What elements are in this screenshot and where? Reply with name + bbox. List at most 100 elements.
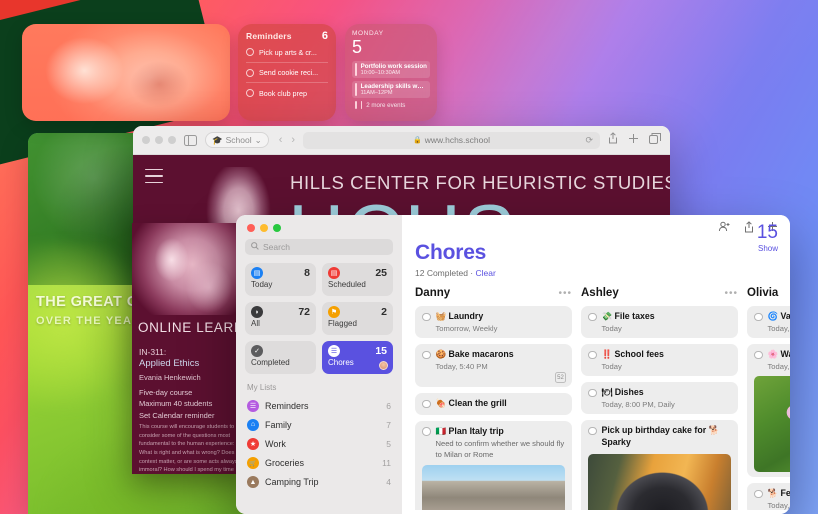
- task-item[interactable]: 🍪 Bake macarons Today, 5:40 PM 52: [415, 344, 572, 388]
- back-button[interactable]: ‹: [279, 134, 283, 146]
- calendar-widget-more-events[interactable]: 2 more events: [352, 101, 430, 109]
- photos-widget[interactable]: [22, 24, 230, 121]
- sidebar-item-family[interactable]: ⌂ Family 7: [245, 415, 393, 434]
- more-options-icon[interactable]: •••: [558, 288, 572, 299]
- close-button[interactable]: [247, 224, 255, 232]
- share-icon[interactable]: [608, 131, 618, 149]
- calendar-widget-event[interactable]: Portfolio work session 10:00–10:30AM: [352, 61, 430, 78]
- star-icon: ★: [247, 437, 259, 450]
- task-attachment-image[interactable]: [754, 376, 790, 473]
- task-item[interactable]: 🌸 Water the plants Today, Weekly: [747, 344, 791, 478]
- task-attachment-image[interactable]: [422, 465, 565, 510]
- reminders-widget-item[interactable]: Pick up arts & cr...: [246, 42, 328, 63]
- task-checkbox[interactable]: [422, 399, 431, 409]
- smart-list-today[interactable]: ▤ 8 Today: [245, 263, 316, 296]
- tab-overview-icon[interactable]: [649, 131, 661, 149]
- reminders-widget-item[interactable]: Send cookie reci...: [246, 63, 328, 83]
- safari-navigation[interactable]: ‹ ›: [279, 134, 295, 146]
- list-name: Reminders: [265, 400, 309, 411]
- list-bullet-icon: ☰: [247, 399, 259, 412]
- sidebar-toggle-icon[interactable]: [184, 134, 197, 146]
- task-item[interactable]: 🧺 Laundry Tomorrow, Weekly: [415, 306, 572, 339]
- task-attachment-badge[interactable]: 52: [555, 372, 566, 384]
- clear-button[interactable]: Clear: [476, 268, 496, 278]
- list-count: 4: [386, 477, 391, 488]
- task-title-text: Plan Italy trip: [448, 425, 504, 436]
- share-icon[interactable]: [744, 220, 754, 236]
- sidebar-item-reminders[interactable]: ☰ Reminders 6: [245, 396, 393, 415]
- address-bar[interactable]: 🔒 www.hchs.school ⟳: [303, 131, 600, 149]
- url-text: www.hchs.school: [424, 135, 490, 145]
- task-checkbox[interactable]: [422, 427, 431, 436]
- task-subtitle: Today, Weekly: [767, 362, 791, 372]
- course-instructor: Evania Henkewich: [139, 373, 201, 382]
- reload-icon[interactable]: ⟳: [585, 135, 593, 146]
- forward-button[interactable]: ›: [291, 134, 295, 146]
- sidebar-item-camping-trip[interactable]: ▲ Camping Trip 4: [245, 473, 393, 492]
- task-title-text: Vacuuming: [780, 311, 790, 321]
- list-name: Family: [265, 419, 292, 430]
- maximize-button[interactable]: [168, 136, 176, 144]
- task-checkbox[interactable]: [422, 312, 431, 321]
- task-checkbox[interactable]: [754, 312, 763, 321]
- smart-list-completed[interactable]: ✓ Completed: [245, 341, 316, 374]
- calendar-widget-daynumber: 5: [352, 37, 363, 57]
- task-item[interactable]: 🍽 Dishes Today, 8:00 PM, Daily: [581, 382, 738, 415]
- tile-label: Flagged: [328, 319, 357, 328]
- window-traffic-lights[interactable]: [142, 136, 176, 144]
- new-tab-icon[interactable]: [628, 131, 639, 149]
- task-subtitle: Today, 8:00 PM, Daily: [601, 400, 675, 410]
- task-emoji: 🇮🇹: [435, 425, 447, 436]
- smart-list-chores[interactable]: ☰ 15 Chores: [322, 341, 393, 374]
- task-item[interactable]: 🌀 Vacuuming Today, Weekly: [747, 306, 790, 339]
- task-item[interactable]: 🐕 Feed Sparky Today, 5:00 PM, Daily: [747, 483, 790, 510]
- reminders-widget[interactable]: Reminders 6 Pick up arts & cr... Send co…: [238, 24, 336, 121]
- task-checkbox[interactable]: [588, 312, 597, 321]
- checkbox-circle-icon[interactable]: [246, 89, 254, 97]
- show-completed-button[interactable]: Show: [757, 244, 778, 253]
- smart-list-all[interactable]: ◗ 72 All: [245, 302, 316, 335]
- minimize-button[interactable]: [260, 224, 268, 232]
- checkbox-circle-icon[interactable]: [246, 68, 254, 77]
- task-item[interactable]: 💸 File taxes Today: [581, 306, 738, 339]
- window-traffic-lights[interactable]: [245, 215, 393, 239]
- task-title: 🍖 Clean the grill: [436, 398, 507, 410]
- sidebar-item-work[interactable]: ★ Work 5: [245, 434, 393, 453]
- search-input[interactable]: Search: [245, 239, 393, 255]
- task-item[interactable]: 🇮🇹 Plan Italy trip Need to confirm wheth…: [415, 420, 572, 510]
- more-options-icon[interactable]: •••: [724, 288, 738, 299]
- task-item[interactable]: 🍖 Clean the grill: [415, 393, 572, 415]
- reminders-app-window[interactable]: Search ▤ 8 Today ▤ 25 Scheduled ◗ 72 All…: [236, 215, 790, 514]
- task-item[interactable]: ‼️ School fees Today: [581, 344, 738, 377]
- task-title-text: File taxes: [614, 311, 655, 321]
- profile-selector[interactable]: 🎓 School ⌄: [205, 132, 269, 148]
- reminders-columns: Danny ••• 🧺 Laundry Tomorrow, Weekly 🍪 B…: [402, 278, 790, 510]
- tile-label: Scheduled: [328, 280, 366, 289]
- reminders-widget-item[interactable]: Book club prep: [246, 83, 328, 103]
- task-checkbox[interactable]: [422, 350, 431, 360]
- add-person-icon[interactable]: [718, 221, 731, 235]
- task-item[interactable]: Pick up birthday cake for 🐕 Sparky: [581, 420, 738, 510]
- task-checkbox[interactable]: [588, 350, 597, 360]
- calendar-widget[interactable]: MONDAY 5 Portfolio work session 10:00–10…: [345, 24, 437, 121]
- sidebar-item-groceries[interactable]: 🛒 Groceries 11: [245, 454, 393, 473]
- task-attachment-image[interactable]: [588, 453, 731, 510]
- task-checkbox[interactable]: [588, 388, 597, 398]
- smart-list-scheduled[interactable]: ▤ 25 Scheduled: [322, 263, 393, 296]
- checkbox-circle-icon[interactable]: [246, 48, 254, 56]
- reminders-widget-count: 6: [321, 30, 328, 42]
- maximize-button[interactable]: [273, 224, 281, 232]
- task-checkbox[interactable]: [588, 426, 597, 436]
- smart-list-flagged[interactable]: ⚑ 2 Flagged: [322, 302, 393, 335]
- close-button[interactable]: [142, 136, 150, 144]
- reminders-widget-title: Reminders: [246, 31, 292, 41]
- calendar-widget-event[interactable]: Leadership skills wor... 11AM–12PM: [352, 81, 430, 98]
- safari-actions[interactable]: [608, 131, 661, 149]
- task-title: Pick up birthday cake for 🐕 Sparky: [601, 425, 720, 447]
- task-checkbox[interactable]: [754, 350, 763, 360]
- minimize-button[interactable]: [155, 136, 163, 144]
- menu-hamburger-icon[interactable]: [145, 169, 163, 188]
- task-checkbox[interactable]: [754, 489, 763, 499]
- graduation-cap-icon: 🎓: [212, 134, 223, 145]
- task-subtitle: Today: [601, 362, 622, 372]
